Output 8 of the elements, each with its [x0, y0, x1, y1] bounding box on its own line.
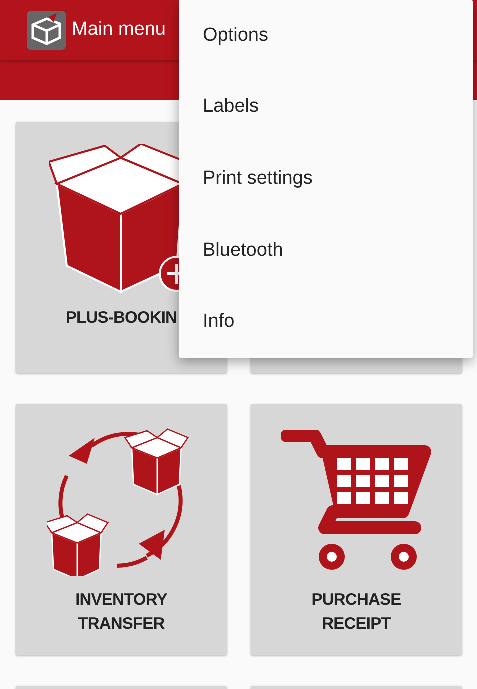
- app-logo-icon: [27, 10, 66, 50]
- tile-label: INVENTORY TRANSFER: [76, 590, 168, 635]
- menu-item[interactable]: Options: [179, 0, 473, 72]
- menu-tile[interactable]: PURCHASE RECEIPT: [251, 404, 462, 655]
- app-title: Main menu: [72, 19, 166, 41]
- tile-label: PLUS-BOOKIN: [66, 308, 178, 329]
- menu-tile[interactable]: INVENTORY TRANSFER: [16, 404, 227, 655]
- tile-label: PURCHASE RECEIPT: [312, 590, 402, 635]
